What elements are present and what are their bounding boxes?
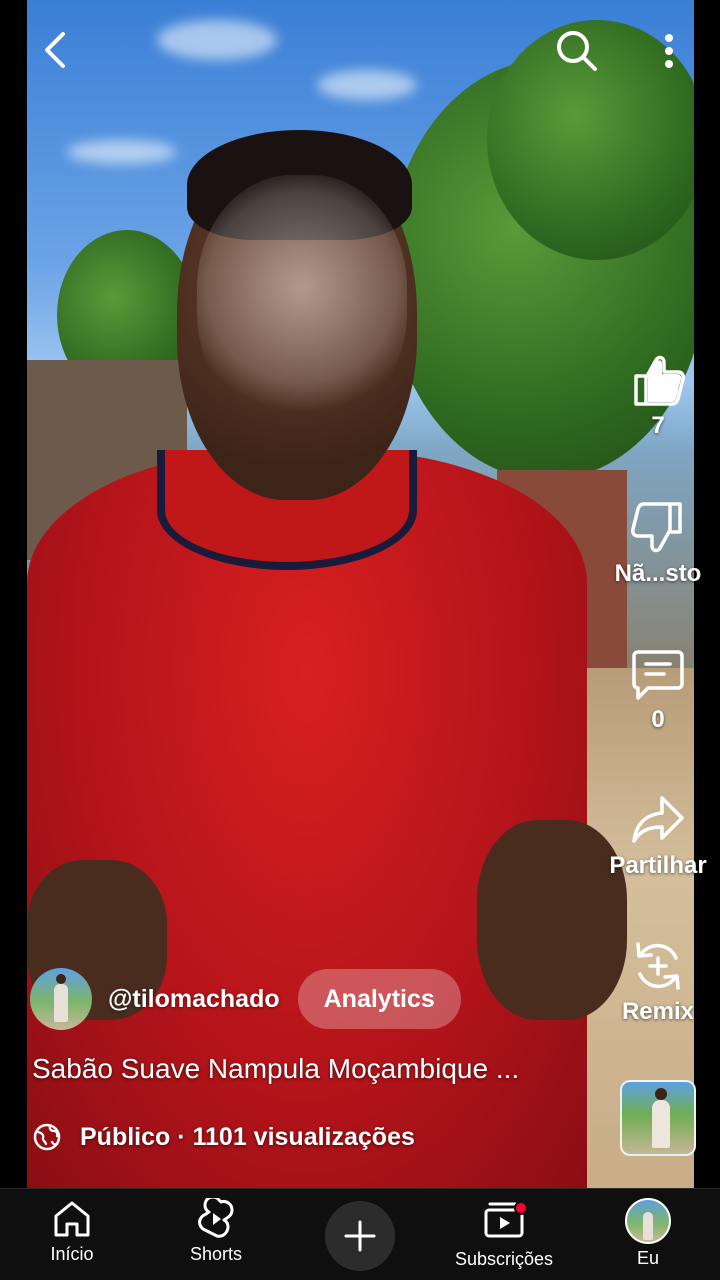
nav-shorts-label: Shorts — [189, 1244, 243, 1264]
notification-dot — [514, 1201, 528, 1215]
remix-icon — [636, 942, 680, 990]
more-vert-icon — [665, 34, 673, 68]
cloud — [67, 140, 177, 164]
plus-icon — [344, 1220, 376, 1252]
thumbs-up-icon — [634, 355, 685, 406]
remix-button[interactable]: Remix — [598, 938, 718, 1026]
more-options-button[interactable] — [652, 26, 686, 76]
video-title[interactable]: Sabão Suave Nampula Moçambique ... — [32, 1053, 602, 1085]
nav-you-label: Eu — [636, 1248, 660, 1268]
share-button[interactable]: Partilhar — [598, 792, 718, 880]
like-count: 7 — [651, 412, 665, 439]
chevron-left-icon — [45, 32, 65, 68]
profile-avatar — [625, 1198, 671, 1244]
comments-button[interactable]: 0 — [598, 646, 718, 734]
dislike-label: Nã...sto — [614, 560, 702, 587]
back-button[interactable] — [30, 26, 78, 74]
visibility-views: Público · 1101 visualizações — [80, 1122, 415, 1151]
remix-label: Remix — [621, 998, 695, 1025]
subscriptions-icon-wrap — [482, 1198, 528, 1245]
like-button[interactable]: 7 — [598, 352, 718, 440]
channel-row: @tilomachado Analytics — [30, 968, 461, 1030]
comment-icon — [632, 650, 684, 700]
home-icon — [54, 1201, 90, 1237]
face-paint — [197, 175, 407, 425]
cloud — [157, 20, 277, 60]
create-button[interactable] — [325, 1201, 395, 1271]
source-video-thumbnail[interactable] — [620, 1080, 696, 1156]
cloud — [317, 70, 417, 100]
comment-count: 0 — [651, 706, 665, 733]
nav-home-label: Início — [50, 1244, 94, 1264]
thumbs-down-icon — [631, 502, 682, 553]
nav-subscriptions-label: Subscrições — [454, 1249, 554, 1269]
channel-avatar[interactable] — [30, 968, 92, 1030]
search-icon — [557, 31, 597, 71]
share-arrow-icon — [632, 796, 684, 843]
channel-handle[interactable]: @tilomachado — [108, 985, 280, 1014]
video-meta-row: Público · 1101 visualizações — [32, 1122, 415, 1152]
shorts-icon — [198, 1198, 234, 1238]
analytics-button[interactable]: Analytics — [297, 969, 461, 1029]
search-button[interactable] — [552, 26, 602, 76]
nav-home[interactable]: Início — [40, 1198, 104, 1280]
nav-you[interactable]: Eu — [616, 1198, 680, 1280]
share-label: Partilhar — [609, 852, 707, 879]
nav-shorts[interactable]: Shorts — [180, 1198, 252, 1280]
dislike-button[interactable]: Nã...sto — [598, 500, 718, 588]
globe-icon — [33, 1123, 61, 1151]
nav-subscriptions[interactable]: Subscrições — [446, 1198, 562, 1280]
